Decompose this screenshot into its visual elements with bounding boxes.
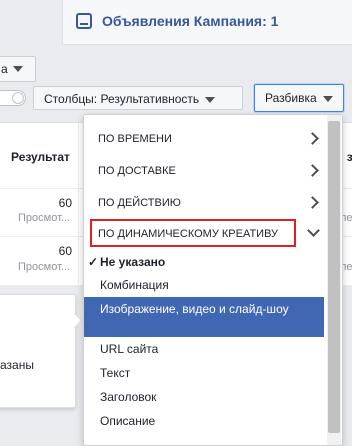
- menu-section-label: По времени: [98, 133, 172, 145]
- menu-option-site-url[interactable]: URL сайта: [84, 339, 324, 359]
- menu-option-headline[interactable]: Заголовок: [84, 387, 324, 407]
- menu-option-text[interactable]: Текст: [84, 363, 324, 383]
- menu-option-combination[interactable]: Комбинация: [84, 275, 324, 295]
- popover: [0, 294, 83, 408]
- columns-label: Столбцы: Результативность: [44, 92, 200, 106]
- left-dropdown-label: а: [1, 62, 8, 76]
- menu-option-label: Описание: [100, 414, 156, 428]
- chevron-right-icon: [306, 164, 319, 177]
- popover-arrow: [66, 312, 83, 329]
- column-divider: [78, 122, 79, 284]
- breakdown-label: Разбивка: [265, 91, 317, 105]
- toggle-knob: [12, 92, 24, 104]
- toggle-switch[interactable]: [0, 90, 26, 106]
- check-icon: ✓: [88, 255, 99, 269]
- table-cell-sub: Просмот...: [18, 212, 71, 224]
- menu-option-label: Заголовок: [100, 390, 157, 404]
- menu-option-label: Комбинация: [100, 278, 169, 292]
- chevron-down-icon: [13, 66, 23, 72]
- column-header-results[interactable]: Результат: [11, 150, 70, 164]
- ads-icon: [76, 13, 92, 29]
- page-title: Объявления Кампания: 1: [102, 13, 279, 29]
- chevron-down-icon: [322, 95, 333, 102]
- columns-button[interactable]: Столбцы: Результативность: [33, 86, 243, 110]
- table-cell-value: 60: [58, 244, 72, 258]
- scrollbar-thumb[interactable]: [328, 121, 340, 433]
- menu-option-label: Изображение, видео и слайд-шоу: [100, 302, 289, 316]
- chevron-down-icon: [307, 224, 320, 237]
- chevron-right-icon: [306, 196, 319, 209]
- popover-text: азаны: [0, 358, 34, 372]
- chevron-right-icon: [306, 132, 319, 145]
- menu-option-label: Не указано: [100, 255, 166, 269]
- chevron-down-icon: [205, 96, 216, 103]
- menu-section-by-delivery[interactable]: По доставке: [84, 155, 324, 187]
- menu-option-label: Текст: [100, 366, 131, 380]
- menu-section-by-time[interactable]: По времени: [84, 123, 324, 155]
- menu-section-by-action[interactable]: По действию: [84, 187, 324, 219]
- menu-option-label: URL сайта: [100, 342, 159, 356]
- table-cell-sub: Просмот...: [18, 261, 71, 273]
- menu-section-label: По действию: [98, 197, 181, 209]
- breakdown-menu: По времени По доставке По действию По ди…: [83, 114, 343, 446]
- menu-option-none[interactable]: ✓ Не указано: [84, 252, 324, 272]
- menu-option-description[interactable]: Описание: [84, 411, 324, 431]
- breakdown-button[interactable]: Разбивка: [254, 84, 344, 112]
- highlight-box: [90, 219, 296, 247]
- left-dropdown[interactable]: а: [0, 56, 36, 82]
- table-cell-value: 60: [58, 196, 72, 210]
- menu-option-image-video-slideshow[interactable]: Изображение, видео и слайд-шоу: [84, 297, 324, 337]
- menu-section-label: По доставке: [98, 165, 176, 177]
